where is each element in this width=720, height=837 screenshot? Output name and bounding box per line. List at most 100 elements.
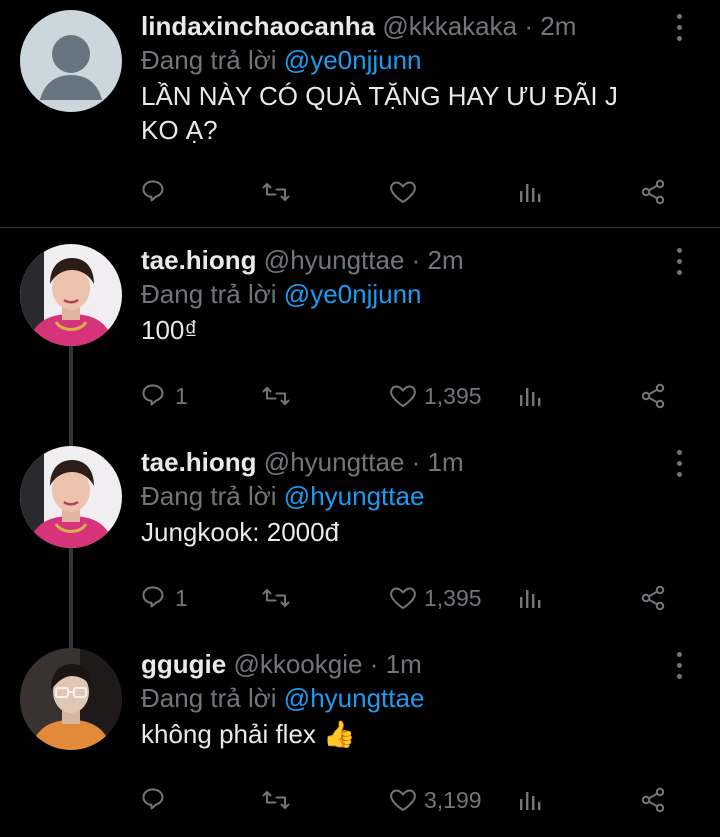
avatar[interactable] bbox=[20, 244, 122, 346]
reply-mention-link[interactable]: @ye0njjunn bbox=[284, 279, 422, 309]
reply-mention-link[interactable]: @hyungttae bbox=[284, 481, 425, 511]
more-icon[interactable] bbox=[675, 248, 683, 282]
retweet-icon bbox=[262, 387, 290, 405]
tweet[interactable]: ggugie @kkookgie · 1m Đang trả lời @hyun… bbox=[0, 638, 720, 837]
thread-connector bbox=[69, 638, 73, 648]
user-handle[interactable]: @kkookgie bbox=[233, 649, 362, 679]
like-button[interactable] bbox=[388, 172, 424, 212]
tweet-text: LẦN NÀY CÓ QUÀ TẶNG HAY ƯU ĐÃI J KO Ạ? bbox=[141, 81, 618, 145]
reply-mention-link[interactable]: @ye0njjunn bbox=[284, 45, 422, 75]
reply-icon bbox=[142, 180, 164, 202]
tweet-header: lindaxinchaocanha @kkkakaka · 2m bbox=[141, 9, 576, 43]
views-button[interactable] bbox=[517, 376, 545, 416]
reply-button[interactable]: 1 bbox=[141, 578, 188, 618]
separator-dot: · bbox=[524, 11, 533, 41]
reply-prefix: Đang trả lời bbox=[141, 481, 277, 511]
views-icon bbox=[520, 590, 541, 608]
timestamp[interactable]: 1m bbox=[428, 447, 464, 477]
reply-prefix: Đang trả lời bbox=[141, 45, 277, 75]
retweet-button[interactable] bbox=[262, 172, 290, 212]
retweet-icon bbox=[262, 589, 290, 607]
share-button[interactable] bbox=[638, 376, 668, 416]
share-icon bbox=[641, 787, 665, 813]
tweet[interactable]: tae.hiong @hyungttae · 1m Đang trả lời @… bbox=[0, 436, 720, 638]
more-icon[interactable] bbox=[675, 14, 683, 48]
like-icon bbox=[390, 789, 416, 811]
reply-mention-link[interactable]: @hyungttae bbox=[284, 683, 425, 713]
reply-prefix: Đang trả lời bbox=[141, 279, 277, 309]
separator-dot: · bbox=[369, 649, 379, 679]
share-icon bbox=[641, 179, 665, 205]
timestamp[interactable]: 2m bbox=[540, 11, 576, 41]
reply-feed: lindaxinchaocanha @kkkakaka · 2m Đang tr… bbox=[0, 0, 720, 837]
share-icon bbox=[641, 585, 665, 611]
views-button[interactable] bbox=[517, 780, 545, 820]
action-bar: 3,199 bbox=[0, 780, 720, 820]
tweet-header: tae.hiong @hyungttae · 2m bbox=[141, 243, 464, 277]
reply-icon bbox=[142, 384, 164, 406]
views-button[interactable] bbox=[517, 172, 545, 212]
like-icon bbox=[390, 181, 416, 203]
reply-icon bbox=[142, 586, 164, 608]
more-icon[interactable] bbox=[675, 652, 683, 686]
share-button[interactable] bbox=[638, 578, 668, 618]
username[interactable]: lindaxinchaocanha bbox=[141, 11, 375, 41]
like-button[interactable]: 3,199 bbox=[388, 780, 482, 820]
retweet-button[interactable] bbox=[262, 578, 290, 618]
thread-connector bbox=[69, 436, 73, 446]
default-avatar-icon bbox=[20, 10, 122, 112]
tweet-header: tae.hiong @hyungttae · 1m bbox=[141, 445, 464, 479]
tweet-text: Jungkook: 2000đ bbox=[141, 517, 340, 547]
more-icon[interactable] bbox=[675, 450, 683, 484]
views-icon bbox=[520, 792, 541, 810]
action-bar: 1 1,395 bbox=[0, 578, 720, 618]
photo-avatar-pink-icon bbox=[20, 244, 122, 346]
avatar[interactable] bbox=[20, 10, 122, 112]
reply-count: 1 bbox=[175, 382, 188, 409]
user-handle[interactable]: @hyungttae bbox=[264, 245, 405, 275]
retweet-button[interactable] bbox=[262, 780, 290, 820]
timestamp[interactable]: 1m bbox=[386, 649, 422, 679]
tweet-text: không phải flex bbox=[141, 719, 316, 749]
reply-icon bbox=[142, 788, 164, 810]
action-bar: 1 1,395 bbox=[0, 376, 720, 416]
share-button[interactable] bbox=[638, 172, 668, 212]
avatar[interactable] bbox=[20, 648, 122, 750]
like-count: 3,199 bbox=[424, 786, 482, 813]
reply-context: Đang trả lời @ye0njjunn bbox=[141, 277, 422, 311]
separator-dot: · bbox=[411, 245, 421, 275]
reply-context: Đang trả lời @hyungttae bbox=[141, 681, 424, 715]
timestamp[interactable]: 2m bbox=[428, 245, 464, 275]
like-button[interactable]: 1,395 bbox=[388, 578, 482, 618]
views-button[interactable] bbox=[517, 578, 545, 618]
thumbs-up-emoji-icon: 👍 bbox=[323, 719, 356, 749]
reply-count: 1 bbox=[175, 584, 188, 611]
reply-context: Đang trả lời @ye0njjunn bbox=[141, 43, 422, 77]
like-icon bbox=[390, 587, 416, 609]
tweet[interactable]: tae.hiong @hyungttae · 2m Đang trả lời @… bbox=[0, 234, 720, 436]
retweet-button[interactable] bbox=[262, 376, 290, 416]
share-button[interactable] bbox=[638, 780, 668, 820]
reply-button[interactable] bbox=[141, 172, 175, 212]
user-handle[interactable]: @hyungttae bbox=[264, 447, 405, 477]
retweet-icon bbox=[262, 791, 290, 809]
tweet[interactable]: lindaxinchaocanha @kkkakaka · 2m Đang tr… bbox=[0, 0, 720, 228]
tweet-text: 100₫ bbox=[141, 315, 198, 345]
reply-button[interactable]: 1 bbox=[141, 376, 188, 416]
tweet-header: ggugie @kkookgie · 1m bbox=[141, 647, 422, 681]
like-count: 1,395 bbox=[424, 584, 482, 611]
like-button[interactable]: 1,395 bbox=[388, 376, 482, 416]
views-icon bbox=[520, 388, 541, 406]
avatar[interactable] bbox=[20, 446, 122, 548]
reply-button[interactable] bbox=[141, 780, 175, 820]
username[interactable]: tae.hiong bbox=[141, 447, 257, 477]
username[interactable]: tae.hiong bbox=[141, 245, 257, 275]
photo-avatar-pink-icon bbox=[20, 446, 122, 548]
user-handle[interactable]: @kkkakaka bbox=[382, 11, 517, 41]
separator-dot: · bbox=[411, 447, 421, 477]
views-icon bbox=[520, 184, 541, 202]
reply-context: Đang trả lời @hyungttae bbox=[141, 479, 424, 513]
like-icon bbox=[390, 385, 416, 407]
share-icon bbox=[641, 383, 665, 409]
username[interactable]: ggugie bbox=[141, 649, 226, 679]
